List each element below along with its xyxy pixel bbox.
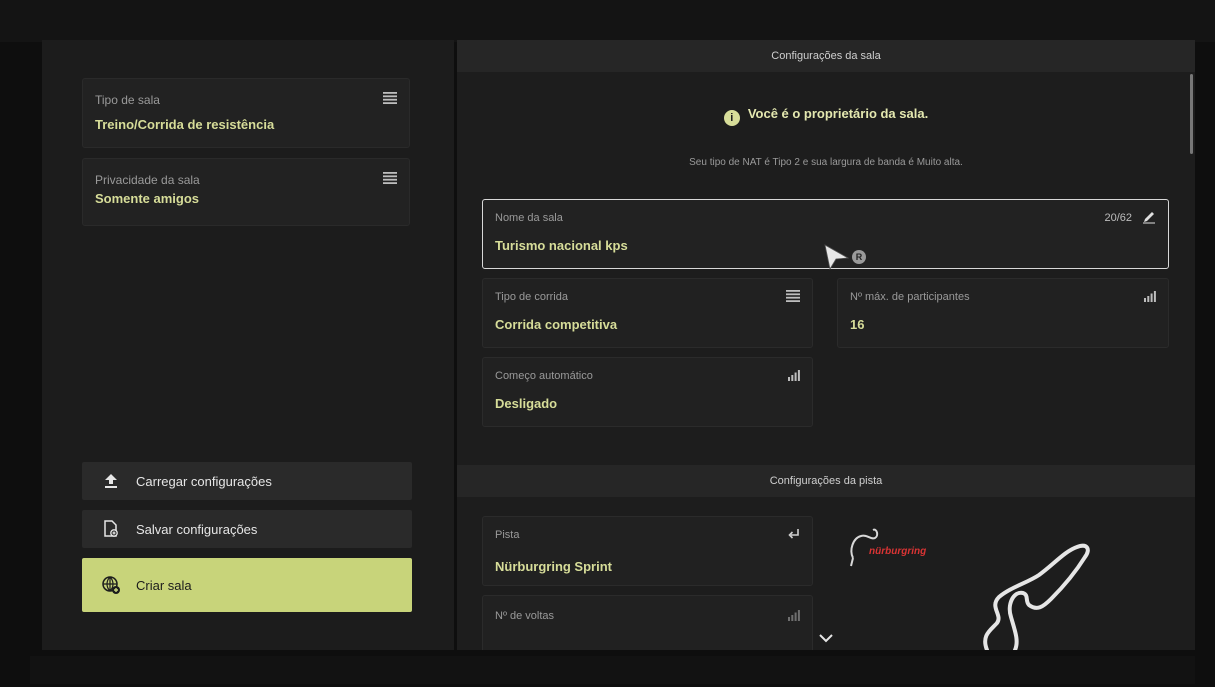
room-settings-header: Configurações da sala	[457, 40, 1195, 72]
auto-start-label: Começo automático	[495, 370, 593, 382]
list-icon	[383, 171, 397, 189]
chevron-down-icon[interactable]	[819, 630, 833, 648]
save-file-icon	[100, 518, 122, 540]
right-panel: Configurações da sala i Você é o propriet…	[457, 40, 1195, 650]
track-value: Nürburgring Sprint	[495, 559, 612, 574]
laps-selector[interactable]: Nº de voltas	[482, 595, 813, 650]
cursor-pointer-icon	[824, 244, 850, 275]
cursor-badge: R	[852, 250, 866, 264]
track-map	[967, 535, 1117, 650]
room-privacy-label: Privacidade da sala	[95, 173, 200, 187]
race-type-value: Corrida competitiva	[495, 317, 618, 332]
room-type-selector[interactable]: Tipo de sala Treino/Corrida de resistênc…	[82, 78, 410, 148]
create-room-button[interactable]: Criar sala	[82, 558, 412, 612]
auto-start-value: Desligado	[495, 396, 558, 411]
track-settings-header: Configurações da pista	[457, 465, 1195, 497]
room-privacy-value: Somente amigos	[95, 191, 200, 206]
track-label: Pista	[495, 529, 520, 541]
room-name-value: Turismo nacional kps	[495, 238, 628, 253]
load-settings-label: Carregar configurações	[136, 473, 272, 489]
room-name-counter: 20/62	[1104, 212, 1132, 224]
track-selector[interactable]: Pista Nürburgring Sprint	[482, 516, 813, 586]
load-settings-button[interactable]: Carregar configurações	[82, 462, 412, 500]
upload-icon	[100, 470, 122, 492]
room-type-label: Tipo de sala	[95, 93, 160, 107]
info-icon: i	[723, 110, 740, 126]
background-top-bar	[0, 0, 1215, 42]
list-icon	[786, 289, 800, 307]
save-settings-label: Salvar configurações	[136, 521, 258, 537]
owner-notice-text: Você é o proprietário da sala.	[747, 106, 929, 121]
room-privacy-selector[interactable]: Privacidade da sala Somente amigos	[82, 158, 410, 226]
enter-icon	[788, 527, 800, 545]
logo-text: nürburgring	[869, 546, 926, 557]
globe-add-icon	[100, 574, 122, 596]
list-icon	[383, 91, 397, 109]
room-type-value: Treino/Corrida de resistência	[95, 117, 275, 132]
auto-start-selector[interactable]: Começo automático Desligado	[482, 357, 813, 427]
owner-notice: i Você é o proprietário da sala.	[457, 106, 1195, 126]
laps-label: Nº de voltas	[495, 610, 555, 622]
room-name-label: Nome da sala	[495, 212, 563, 224]
max-participants-value: 16	[850, 317, 865, 332]
max-participants-selector[interactable]: Nº máx. de participantes 16	[837, 278, 1169, 348]
nat-info: Seu tipo de NAT é Tipo 2 e sua largura d…	[689, 157, 963, 168]
nurburgring-logo: nürburgring	[847, 520, 937, 575]
save-settings-button[interactable]: Salvar configurações	[82, 510, 412, 548]
pencil-icon	[1142, 210, 1156, 229]
race-type-selector[interactable]: Tipo de corrida Corrida competitiva	[482, 278, 813, 348]
bars-icon	[788, 368, 800, 386]
bars-icon	[788, 608, 800, 626]
background-bottom-bar	[30, 656, 1195, 684]
left-panel: Tipo de sala Treino/Corrida de resistênc…	[42, 40, 454, 650]
bars-icon	[1144, 289, 1156, 307]
race-type-label: Tipo de corrida	[495, 291, 568, 303]
create-room-label: Criar sala	[136, 577, 192, 593]
max-participants-label: Nº máx. de participantes	[850, 291, 970, 303]
